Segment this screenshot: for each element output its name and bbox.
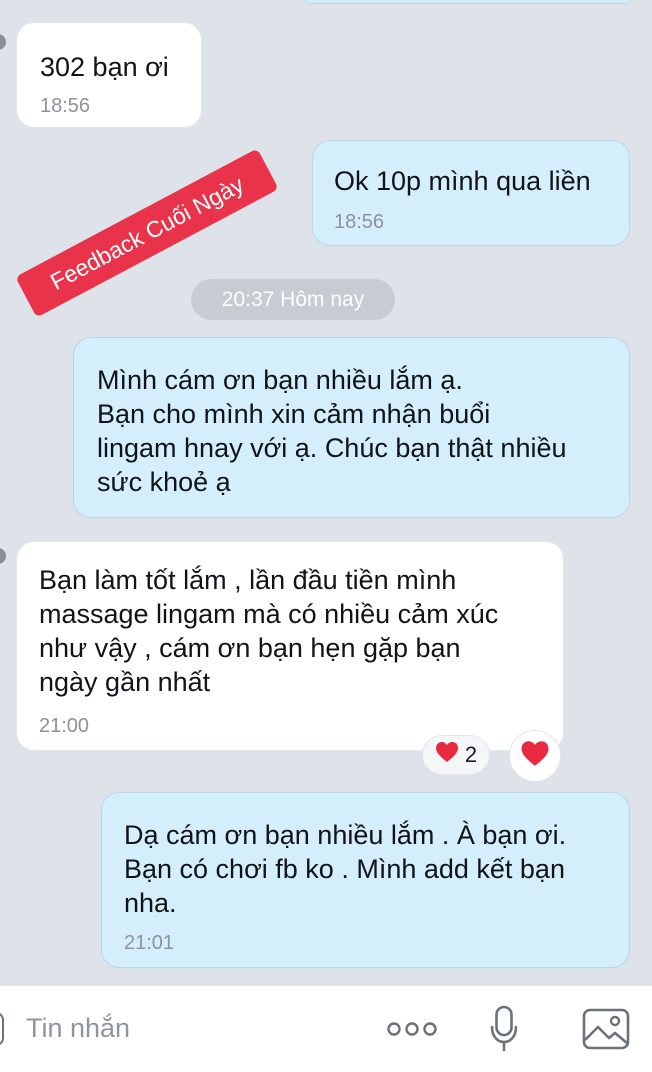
- stamp-label: Feedback Cuối Ngày: [45, 170, 248, 295]
- message-time: 18:56: [334, 211, 385, 233]
- message-input[interactable]: [26, 1008, 356, 1048]
- message-text: 302 bạn ơi: [40, 52, 169, 82]
- message-bubble-outgoing[interactable]: Dạ cám ơn bạn nhiều lắm . À bạn ơi. Bạn …: [101, 792, 630, 968]
- sender-avatar[interactable]: [0, 548, 6, 564]
- previous-message-edge: [302, 0, 634, 4]
- message-bubble-outgoing[interactable]: Mình cám ơn bạn nhiều lắm ạ. Bạn cho mìn…: [73, 337, 630, 518]
- message-time: 21:00: [39, 715, 90, 737]
- date-separator: 20:37 Hôm nay: [191, 279, 395, 320]
- message-composer: [0, 985, 652, 1072]
- sender-avatar[interactable]: [0, 34, 6, 50]
- heart-icon: [520, 740, 550, 772]
- heart-icon: [435, 741, 459, 769]
- reaction-summary[interactable]: 2: [422, 735, 490, 775]
- sticker-icon[interactable]: [0, 1012, 4, 1046]
- message-bubble-incoming[interactable]: Bạn làm tốt lắm , lần đầu tiền mình mass…: [16, 541, 564, 751]
- reaction-count-value: 2: [464, 742, 478, 767]
- chat-area[interactable]: 302 bạn ơi 18:56 Ok 10p mình qua liền 18…: [0, 0, 652, 985]
- date-separator-label: 20:37 Hôm nay: [221, 287, 365, 311]
- message-text: Bạn làm tốt lắm , lần đầu tiền mình mass…: [39, 565, 499, 697]
- image-icon[interactable]: [580, 1004, 632, 1054]
- more-icon[interactable]: [386, 1004, 438, 1054]
- message-bubble-incoming[interactable]: 302 bạn ơi 18:56: [16, 22, 202, 128]
- message-text: Dạ cám ơn bạn nhiều lắm . À bạn ơi. Bạn …: [124, 820, 567, 918]
- message-time: 21:01: [124, 932, 175, 954]
- message-text: Mình cám ơn bạn nhiều lắm ạ. Bạn cho mìn…: [97, 365, 567, 497]
- microphone-icon[interactable]: [484, 1004, 524, 1054]
- react-heart-button[interactable]: [509, 730, 561, 782]
- message-text: Ok 10p mình qua liền: [334, 166, 591, 196]
- message-bubble-outgoing[interactable]: Ok 10p mình qua liền 18:56: [312, 140, 630, 246]
- message-time: 18:56: [40, 95, 91, 117]
